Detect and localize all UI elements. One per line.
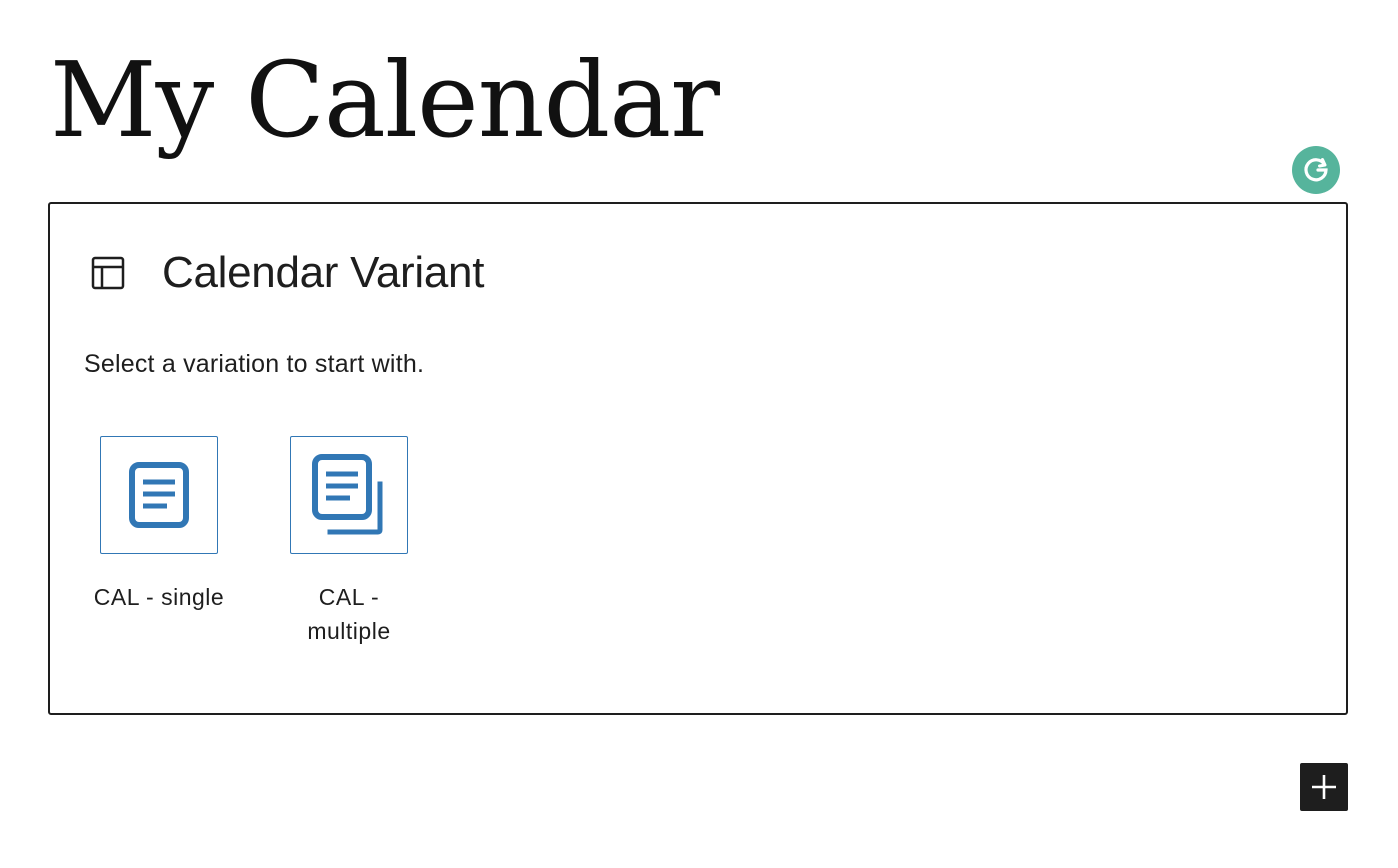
variation-cal-single[interactable]: CAL - single <box>84 436 234 648</box>
calendar-variant-block[interactable]: Calendar Variant Select a variation to s… <box>48 202 1348 715</box>
pages-icon <box>312 454 386 536</box>
add-block-button[interactable] <box>1300 763 1348 811</box>
page-title[interactable]: My Calendar <box>50 30 720 170</box>
plus-icon <box>1311 774 1337 800</box>
variation-cal-multiple[interactable]: CAL - multiple <box>274 436 424 648</box>
variation-picker: CAL - single CAL - multiple <box>84 436 464 648</box>
block-instructions: Select a variation to start with. <box>84 350 425 378</box>
variation-cal-single-label: CAL - single <box>93 584 225 610</box>
variation-cal-multiple-button[interactable] <box>290 436 408 554</box>
block-title: Calendar Variant <box>162 248 485 297</box>
page-icon <box>129 462 189 528</box>
grammarly-button[interactable] <box>1292 146 1340 194</box>
variation-cal-multiple-label: CAL - multiple <box>307 584 391 644</box>
block-header: Calendar Variant <box>90 248 484 298</box>
layout-icon <box>90 255 126 291</box>
variation-cal-single-button[interactable] <box>100 436 218 554</box>
grammarly-icon <box>1301 155 1331 185</box>
